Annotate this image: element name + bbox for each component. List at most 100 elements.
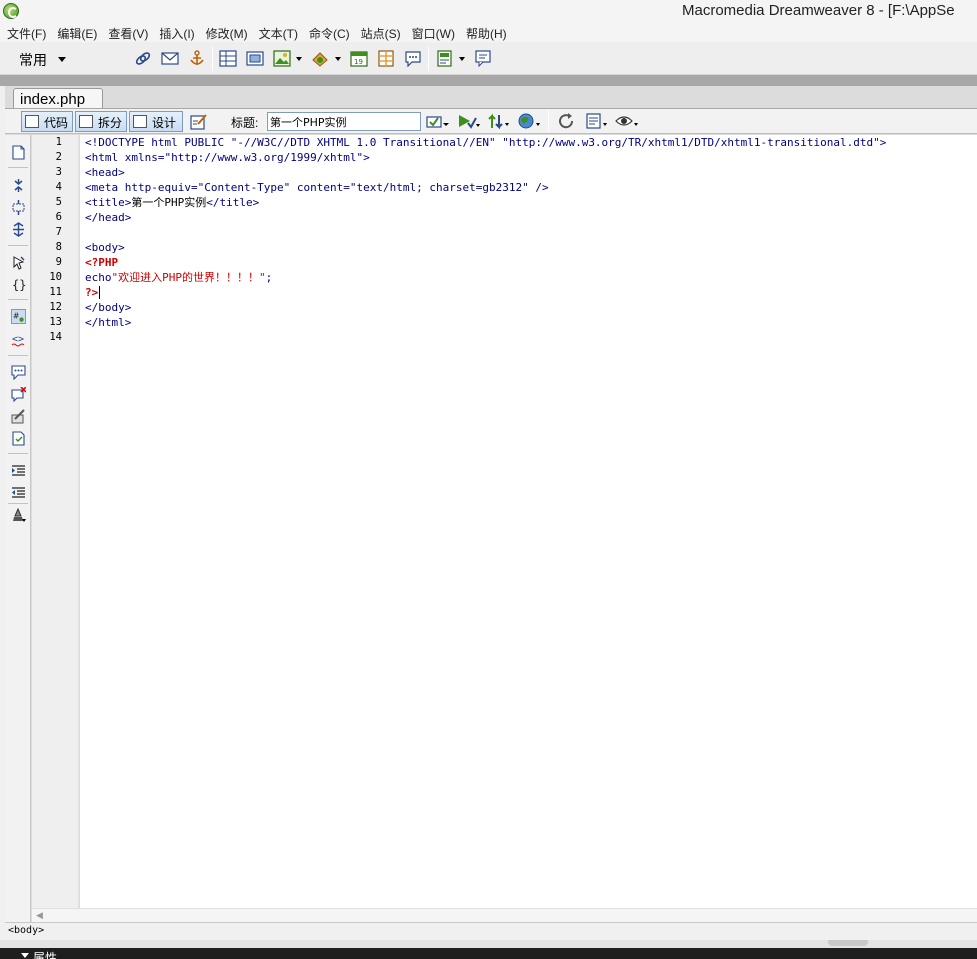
comment-icon[interactable] [404, 50, 422, 67]
page-title-input[interactable] [267, 112, 421, 131]
code-line-10: echo"欢迎进入PHP的世界！！！！"; [85, 271, 272, 285]
code-line-3: <head> [85, 166, 125, 179]
line-number: 3 [55, 166, 62, 178]
toolbar-separator [212, 47, 213, 71]
line-number: 5 [55, 196, 62, 208]
code-line-9: <?PHP [85, 256, 119, 269]
insert-category-label: 常用 [19, 52, 47, 68]
code-view-icon [25, 115, 39, 128]
tag-selector-body[interactable]: <body> [8, 925, 44, 936]
indent-code-icon[interactable] [11, 463, 26, 478]
split-view-icon [79, 115, 93, 128]
line-number: 11 [49, 286, 62, 298]
window-title: Macromedia Dreamweaver 8 - [F:\AppSe [682, 2, 955, 19]
line-number: 1 [55, 136, 62, 148]
balance-braces-icon[interactable]: {} [11, 277, 26, 292]
code-line-13: </html> [85, 316, 132, 329]
preview-in-browser-icon[interactable] [517, 112, 543, 131]
menu-view[interactable]: 查看(V) [104, 22, 155, 42]
select-parent-tag-icon[interactable] [11, 255, 26, 270]
menu-help[interactable]: 帮助(H) [462, 22, 514, 42]
document-toolbar: 代码 拆分 设计 标题: [5, 108, 977, 134]
chevron-down-icon [58, 57, 66, 62]
collapse-selection-icon[interactable] [11, 200, 26, 215]
split-view-button[interactable]: 拆分 [75, 111, 127, 132]
media-dropdown-arrow[interactable] [335, 57, 341, 61]
insert-category-dropdown[interactable]: 常用 [10, 48, 72, 70]
document-tab-strip [0, 75, 977, 86]
code-editor[interactable]: <!DOCTYPE html PUBLIC "-//W3C//DTD XHTML… [80, 135, 977, 908]
file-management-icon[interactable] [487, 113, 511, 130]
code-view-label: 代码 [44, 116, 69, 130]
date-icon[interactable]: 19 [350, 50, 368, 67]
code-line-1: <!DOCTYPE html PUBLIC "-//W3C//DTD XHTML… [85, 136, 887, 149]
tag-chooser-icon[interactable] [474, 50, 492, 67]
highlight-invalid-code-icon[interactable]: <> [11, 332, 26, 347]
menu-modify[interactable]: 修改(M) [202, 22, 255, 42]
wrap-tag-icon[interactable] [11, 409, 26, 424]
menu-file[interactable]: 文件(F) [3, 22, 53, 42]
horizontal-scrollbar[interactable]: ◀ [32, 908, 977, 922]
toolbar-separator [8, 245, 28, 246]
open-documents-icon[interactable] [11, 145, 26, 160]
line-number: 6 [55, 211, 62, 223]
hyperlink-icon[interactable] [134, 50, 152, 67]
templates-dropdown-arrow[interactable] [459, 57, 465, 61]
code-line-8: <body> [85, 241, 125, 254]
email-link-icon[interactable] [161, 50, 179, 67]
menu-edit[interactable]: 编辑(E) [53, 22, 104, 42]
collapse-full-tag-icon[interactable] [11, 178, 26, 193]
menu-text[interactable]: 文本(T) [255, 22, 305, 42]
line-number: 14 [49, 331, 62, 343]
coding-toolbar: {} # <> [5, 135, 31, 925]
view-options-icon[interactable] [585, 112, 609, 130]
document-tab[interactable]: index.php [13, 88, 103, 110]
split-view-label: 拆分 [98, 116, 123, 130]
title-close-tag: </title> [206, 196, 260, 209]
image-icon[interactable] [273, 50, 291, 67]
scroll-left-arrow-icon[interactable]: ◀ [36, 911, 43, 921]
live-data-icon[interactable] [189, 112, 209, 131]
toolbar-separator [8, 167, 28, 168]
title-text: 第一个PHP实例 [131, 196, 207, 209]
menu-bar: 文件(F) 编辑(E) 查看(V) 插入(I) 修改(M) 文本(T) 命令(C… [0, 22, 977, 42]
menu-site[interactable]: 站点(S) [357, 22, 408, 42]
expand-all-icon[interactable] [11, 222, 26, 237]
expand-arrow-icon [21, 953, 29, 958]
code-view-button[interactable]: 代码 [21, 111, 73, 132]
refresh-icon[interactable] [558, 113, 576, 130]
validate-markup-icon[interactable] [457, 113, 481, 130]
design-view-button[interactable]: 设计 [129, 111, 183, 132]
image-dropdown-arrow[interactable] [296, 57, 302, 61]
line-number: 7 [55, 226, 62, 238]
menu-commands[interactable]: 命令(C) [305, 22, 357, 42]
echo-keyword: echo [85, 271, 112, 284]
menu-window[interactable]: 窗口(W) [408, 22, 462, 42]
named-anchor-icon[interactable] [188, 50, 206, 67]
properties-panel-header[interactable]: 属性 [0, 948, 977, 959]
apply-comment-icon[interactable] [11, 365, 26, 380]
statement-terminator: ; [265, 271, 273, 284]
outdent-code-icon[interactable] [11, 485, 26, 500]
menu-insert[interactable]: 插入(I) [155, 22, 201, 42]
media-icon[interactable] [311, 50, 329, 67]
line-number: 10 [49, 271, 62, 283]
title-bar: Macromedia Dreamweaver 8 - [F:\AppSe [0, 0, 977, 22]
layer-icon[interactable] [246, 50, 264, 67]
status-bar: <body> [5, 922, 977, 940]
recent-snippets-icon[interactable] [11, 431, 26, 446]
server-side-include-icon[interactable] [377, 50, 395, 67]
visual-aids-icon[interactable] [614, 112, 640, 130]
remove-comment-icon[interactable] [11, 387, 26, 402]
toolbar-separator [8, 503, 28, 504]
line-number: 4 [55, 181, 62, 193]
templates-icon[interactable] [436, 50, 454, 67]
line-number: 2 [55, 151, 62, 163]
table-icon[interactable] [219, 50, 237, 67]
browser-compatibility-check-icon[interactable] [426, 113, 450, 130]
format-source-code-icon[interactable] [11, 508, 26, 523]
line-number: 9 [55, 256, 62, 268]
panel-collapse-grip[interactable] [828, 940, 868, 946]
line-numbers-icon[interactable]: # [11, 309, 26, 324]
dreamweaver-app-icon[interactable] [3, 3, 19, 19]
